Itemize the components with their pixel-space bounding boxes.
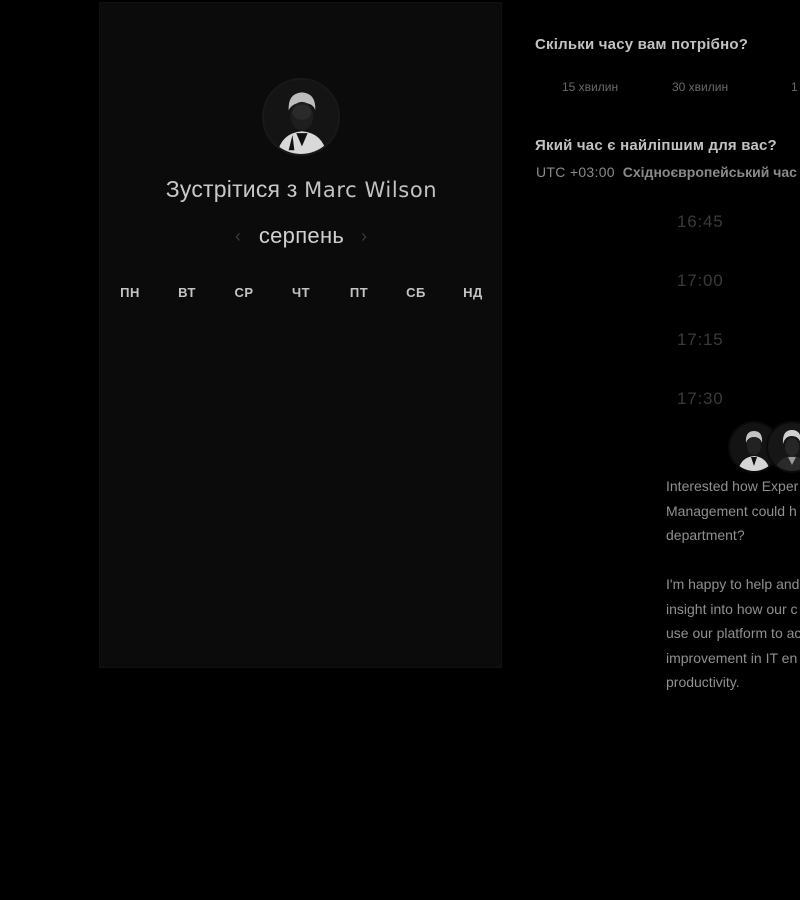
calendar-day[interactable] [450,417,496,437]
calendar-day[interactable] [221,472,267,492]
calendar-day[interactable] [221,307,267,327]
chevron-right-icon[interactable]: › [356,225,372,247]
weekday-mon: ПН [120,285,140,300]
weekday-sun: НД [463,285,483,300]
meeting-scheduler-page: Зустрітися з Marc Wilson ‹ серпень › ПН … [0,0,800,900]
calendar-day[interactable] [107,307,153,327]
weekday-tue: ВТ [178,285,196,300]
weekday-header: ПН ВТ СР ЧТ ПТ СБ НД [100,285,503,303]
month-navigation: ‹ серпень › [100,221,503,253]
calendar-day[interactable] [107,417,153,437]
host-name: Marc Wilson [304,178,438,202]
duration-option-15[interactable]: 15 хвилин [562,80,618,94]
intro-paragraph: Interested how Exper Management could h … [666,478,799,543]
meeting-greeting: Зустрітися з [165,176,298,202]
calendar-day[interactable] [164,362,210,382]
calendar-day[interactable] [450,528,496,548]
calendar-day[interactable] [164,417,210,437]
month-label: серпень [258,223,345,248]
calendar-day[interactable] [278,307,324,327]
meeting-title: Зустрітися з Marc Wilson [100,176,503,203]
timezone-selector[interactable]: UTC +03:00 Східноєвропейський час [536,164,797,180]
timezone-name: Східноєвропейський час [622,164,797,180]
person-portrait-icon [768,423,800,471]
calendar-day[interactable] [164,307,210,327]
calendar-card: Зустрітися з Marc Wilson ‹ серпень › ПН … [99,2,502,668]
host-avatar [262,78,340,156]
calendar-day[interactable] [107,472,153,492]
calendar-day[interactable] [278,528,324,548]
calendar-day[interactable] [221,362,267,382]
time-slot[interactable]: 17:30 [677,389,724,409]
calendar-day[interactable] [393,307,439,327]
duration-option-60[interactable]: 1 [791,80,798,94]
calendar-day[interactable] [164,472,210,492]
calendar-day[interactable] [107,528,153,548]
calendar-day[interactable] [336,362,382,382]
calendar-day[interactable] [450,307,496,327]
calendar-day[interactable] [336,307,382,327]
calendar-day[interactable] [164,528,210,548]
calendar-day[interactable] [107,362,153,382]
calendar-day[interactable] [393,472,439,492]
time-slot[interactable]: 16:45 [677,212,724,232]
weekday-sat: СБ [406,285,426,300]
booking-panel: Скільки часу вам потрібно? 15 хвилин 30 … [535,0,800,900]
time-slot[interactable]: 17:00 [677,271,724,291]
calendar-day[interactable] [336,528,382,548]
host-portrait-icon [264,80,338,154]
duration-question: Скільки часу вам потрібно? [535,36,749,53]
weekday-wed: СР [234,285,254,300]
calendar-day[interactable] [393,362,439,382]
calendar-day[interactable] [450,472,496,492]
calendar-day[interactable] [336,472,382,492]
timezone-offset: UTC +03:00 [536,164,615,180]
calendar-day[interactable] [393,528,439,548]
calendar-day[interactable] [450,362,496,382]
calendar-day[interactable] [221,528,267,548]
calendar-day[interactable] [278,417,324,437]
team-avatars [728,421,800,473]
calendar-day[interactable] [221,417,267,437]
calendar-day[interactable] [278,472,324,492]
duration-option-30[interactable]: 30 хвилин [672,80,728,94]
calendar-day[interactable] [278,362,324,382]
calendar-day[interactable] [393,417,439,437]
intro-paragraph: I'm happy to help and insight into how o… [666,576,800,690]
weekday-fri: ПТ [349,285,369,300]
time-slot[interactable]: 17:15 [677,330,724,350]
calendar-day[interactable] [336,417,382,437]
time-question: Який час є найліпшим для вас? [535,137,777,154]
weekday-thu: ЧТ [291,285,311,300]
